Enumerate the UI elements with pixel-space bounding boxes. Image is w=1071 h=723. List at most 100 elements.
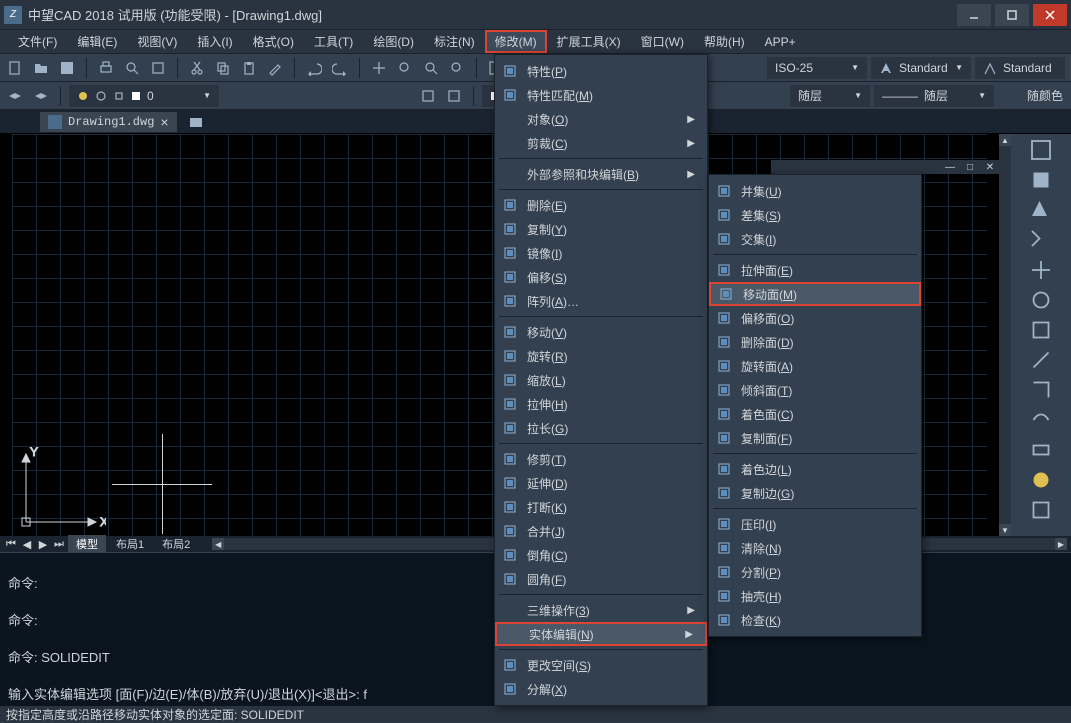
panel-min-icon[interactable]: — [943, 161, 957, 173]
menu-item-subtract-icon[interactable]: 差集(S) [709, 203, 921, 227]
menu-item-separate-icon[interactable]: 分割(P) [709, 560, 921, 584]
menu-modify[interactable]: 修改(M) [485, 30, 547, 53]
menu-item-intersect-icon[interactable]: 交集(I) [709, 227, 921, 251]
menu-item-shell-icon[interactable]: 抽壳(H) [709, 584, 921, 608]
menu-item-taper-face-icon[interactable]: 倾斜面(T) [709, 378, 921, 402]
rt-icon-8[interactable] [1029, 348, 1053, 372]
menu-item-fillet-icon[interactable]: 圆角(F) [495, 567, 707, 591]
tab-nav-first-icon[interactable]: ⏮ [4, 537, 18, 551]
scroll-right-icon[interactable]: ▶ [1055, 538, 1067, 550]
rt-icon-13[interactable] [1029, 498, 1053, 522]
maximize-button[interactable] [995, 4, 1029, 26]
menu-item-move-icon[interactable]: 移动(V) [495, 320, 707, 344]
rt-icon-4[interactable] [1029, 228, 1053, 252]
menu-app-plus[interactable]: APP+ [755, 32, 806, 52]
dropdown-linetype[interactable]: ———随层▼ [874, 85, 994, 107]
panel-close-icon[interactable]: ✕ [983, 161, 997, 173]
menu-file[interactable]: 文件(F) [8, 30, 67, 53]
tab-close-icon[interactable]: × [160, 114, 168, 130]
open-icon[interactable] [30, 57, 52, 79]
tab-model[interactable]: 模型 [68, 535, 106, 553]
rt-icon-5[interactable] [1029, 258, 1053, 282]
dropdown-dim-style[interactable]: ISO-25▼ [767, 57, 867, 79]
pan-icon[interactable] [368, 57, 390, 79]
menu-item-chamfer-icon[interactable]: 倒角(C) [495, 543, 707, 567]
zoom-ext-icon[interactable] [446, 57, 468, 79]
menu-item-lengthen-icon[interactable]: 拉长(G) [495, 416, 707, 440]
close-button[interactable] [1033, 4, 1067, 26]
menu-item-item[interactable]: 三维操作(3)▶ [495, 598, 707, 622]
menu-item-color-face-icon[interactable]: 着色面(C) [709, 402, 921, 426]
menu-item-rotate-icon[interactable]: 旋转(R) [495, 344, 707, 368]
menu-item-break-icon[interactable]: 打断(K) [495, 495, 707, 519]
menu-insert[interactable]: 插入(I) [187, 30, 242, 53]
zoom-prev-icon[interactable] [420, 57, 442, 79]
dropdown-text-style[interactable]: Standard▼ [871, 57, 971, 79]
redo-icon[interactable] [329, 57, 351, 79]
menu-item-change-space-icon[interactable]: 更改空间(S) [495, 653, 707, 677]
scrollbar-vertical[interactable]: ▲ ▼ [999, 134, 1011, 536]
dropdown-layer[interactable]: 0▼ [69, 85, 219, 107]
menu-item-check-icon[interactable]: 检查(K) [709, 608, 921, 632]
menu-item-match-prop-icon[interactable]: 特性匹配(M) [495, 83, 707, 107]
menu-extend-tools[interactable]: 扩展工具(X) [547, 30, 631, 53]
paste-icon[interactable] [238, 57, 260, 79]
dropdown-bylayer-a[interactable]: 随层▼ [790, 85, 870, 107]
menu-item-union-icon[interactable]: 并集(U) [709, 179, 921, 203]
cut-icon[interactable] [186, 57, 208, 79]
save-icon[interactable] [56, 57, 78, 79]
menu-item-erase-icon[interactable]: 删除(E) [495, 193, 707, 217]
menu-item-mirror-icon[interactable]: 镜像(I) [495, 241, 707, 265]
minimize-button[interactable] [957, 4, 991, 26]
menu-item-scale-icon[interactable]: 缩放(L) [495, 368, 707, 392]
menu-item-copy-edge-icon[interactable]: 复制边(G) [709, 481, 921, 505]
preview-icon[interactable] [121, 57, 143, 79]
rt-icon-1[interactable] [1029, 138, 1053, 162]
menu-item-item[interactable]: 剪裁(C)▶ [495, 131, 707, 155]
panel-max-icon[interactable]: □ [963, 161, 977, 173]
menu-item-offset-face-icon[interactable]: 偏移面(O) [709, 306, 921, 330]
menu-item-trim-icon[interactable]: 修剪(T) [495, 447, 707, 471]
rt-icon-11[interactable] [1029, 438, 1053, 462]
publish-icon[interactable] [147, 57, 169, 79]
rt-icon-6[interactable] [1029, 288, 1053, 312]
menu-help[interactable]: 帮助(H) [694, 30, 755, 53]
layer-state-icon[interactable] [4, 85, 26, 107]
print-icon[interactable] [95, 57, 117, 79]
rt-icon-2[interactable] [1029, 168, 1053, 192]
menu-item-item[interactable]: 对象(O)▶ [495, 107, 707, 131]
menu-item-explode-icon[interactable]: 分解(X) [495, 677, 707, 701]
menu-item-join-icon[interactable]: 合并(J) [495, 519, 707, 543]
tab-nav-next-icon[interactable]: ▶ [36, 537, 50, 551]
tab-layout1[interactable]: 布局1 [108, 535, 152, 553]
menu-item-item[interactable]: 实体编辑(N)▶ [495, 622, 707, 646]
menu-item-extend-icon[interactable]: 延伸(D) [495, 471, 707, 495]
rt-icon-12[interactable] [1029, 468, 1053, 492]
rt-icon-9[interactable] [1029, 378, 1053, 402]
menu-dimension[interactable]: 标注(N) [424, 30, 485, 53]
menu-item-item[interactable]: 外部参照和块编辑(B)▶ [495, 162, 707, 186]
match-icon[interactable] [264, 57, 286, 79]
tab-layout2[interactable]: 布局2 [154, 535, 198, 553]
menu-window[interactable]: 窗口(W) [631, 30, 694, 53]
tab-nav-prev-icon[interactable]: ◀ [20, 537, 34, 551]
group-b-icon[interactable] [443, 85, 465, 107]
menu-item-copy-face-icon[interactable]: 复制面(F) [709, 426, 921, 450]
menu-item-delete-face-icon[interactable]: 删除面(D) [709, 330, 921, 354]
menu-item-copy-icon[interactable]: 复制(Y) [495, 217, 707, 241]
dropdown-table-style[interactable]: Standard [975, 57, 1065, 79]
menu-edit[interactable]: 编辑(E) [67, 30, 127, 53]
menu-draw[interactable]: 绘图(D) [363, 30, 424, 53]
menu-item-array-icon[interactable]: 阵列(A)… [495, 289, 707, 313]
copy-icon[interactable] [212, 57, 234, 79]
menu-item-stretch-icon[interactable]: 拉伸(H) [495, 392, 707, 416]
menu-item-offset-icon[interactable]: 偏移(S) [495, 265, 707, 289]
menu-item-clean-icon[interactable]: 清除(N) [709, 536, 921, 560]
menu-item-extrude-face-icon[interactable]: 拉伸面(E) [709, 258, 921, 282]
menu-item-rotate-face-icon[interactable]: 旋转面(A) [709, 354, 921, 378]
tab-nav-last-icon[interactable]: ⏭ [52, 537, 66, 551]
menu-item-move-face-icon[interactable]: 移动面(M) [709, 282, 921, 306]
rt-icon-3[interactable] [1029, 198, 1053, 222]
layer-props-icon[interactable] [30, 85, 52, 107]
new-icon[interactable] [4, 57, 26, 79]
